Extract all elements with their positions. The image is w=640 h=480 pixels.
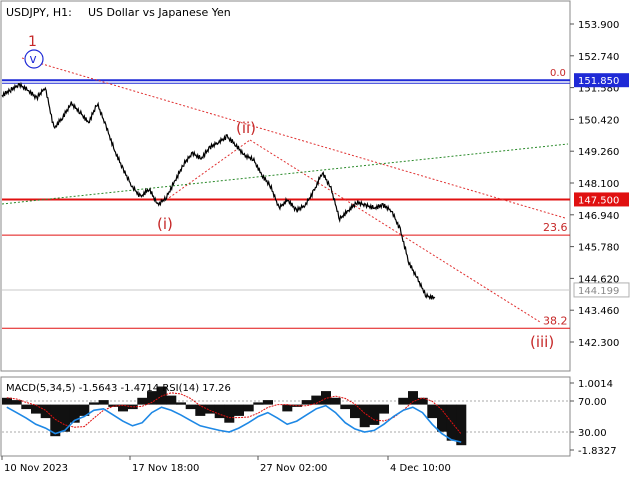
y-tick-label: 150.420 [578, 115, 619, 126]
x-tick-label: 4 Dec 10:00 [390, 463, 451, 474]
wave-label-v: v [30, 52, 37, 66]
macd-bar [166, 395, 177, 405]
macd-bar [340, 404, 351, 410]
macd-bar [437, 404, 447, 432]
macd-bar [98, 400, 109, 405]
macd-bar [359, 404, 370, 428]
fib-level-38-2-label: 38.2 [543, 314, 568, 327]
fib-level-0-label: 0.0 [550, 68, 566, 79]
macd-bar [379, 404, 389, 414]
macd-bar [185, 404, 196, 410]
y-tick-label: 146.940 [578, 211, 619, 222]
macd-bar [137, 397, 148, 405]
ind-y-tick-label: 70.00 [578, 397, 607, 408]
wave-label-ii: (ii) [236, 119, 256, 137]
y-tick-label: 145.780 [578, 243, 619, 254]
macd-bar [89, 402, 99, 405]
chart-title-description: US Dollar vs Japanese Yen [88, 6, 231, 19]
x-tick-label: 10 Nov 2023 [4, 463, 68, 474]
macd-bar [2, 397, 12, 405]
macd-bar [21, 404, 32, 410]
macd-bar [234, 404, 244, 416]
macd-bar [321, 391, 331, 405]
chart-canvas: 0.0 23.6 38.2 1 v (i) (ii) (iii) 153.900 152.740… [0, 0, 630, 474]
macd-bar [369, 404, 380, 425]
macd-bar [40, 404, 51, 419]
macd-bar [408, 391, 418, 405]
macd-bar [243, 404, 254, 412]
y-tick-label: 142.300 [578, 338, 619, 349]
macd-bar [427, 404, 438, 419]
price-tag-blue-text: 151.850 [578, 76, 619, 87]
macd-bar [301, 400, 312, 405]
ind-y-tick-label: -1.8327 [578, 446, 617, 457]
y-tick-label: 148.100 [578, 179, 619, 190]
y-tick-label: 143.460 [578, 306, 619, 317]
macd-bar [176, 402, 186, 405]
main-chart-frame [0, 0, 571, 372]
y-tick-label: 153.900 [578, 20, 619, 31]
macd-bar [214, 404, 225, 419]
macd-bar [263, 400, 273, 405]
macd-bar [446, 404, 457, 441]
macd-bar [224, 404, 235, 423]
y-tick-label: 152.740 [578, 52, 619, 63]
price-tag-current-text: 144.199 [578, 286, 619, 297]
macd-bar [350, 404, 360, 419]
wave-label-i: (i) [157, 215, 173, 233]
wave-label-1: 1 [28, 34, 37, 50]
x-tick-label: 17 Nov 18:00 [132, 463, 199, 474]
macd-bar [330, 397, 341, 405]
wave-label-iii: (iii) [530, 333, 554, 351]
macd-bar [195, 404, 206, 416]
chart-title-symbol: USDJPY, H1: [6, 6, 72, 19]
macd-bar [456, 404, 467, 446]
macd-bar [398, 397, 409, 405]
x-tick-label: 27 Nov 02:00 [260, 463, 327, 474]
macd-bar [282, 404, 293, 412]
price-tag-red-text: 147.500 [578, 195, 619, 206]
ind-y-tick-label: 1.0014 [578, 379, 613, 390]
indicator-label: MACD(5,34,5) -1.5643 -1.4714 RSI(14) 17.… [6, 383, 231, 394]
fib-level-23-6-label: 23.6 [543, 221, 568, 234]
macd-bar [253, 402, 264, 405]
ind-y-tick-label: 30.00 [578, 428, 607, 439]
macd-bar [31, 404, 41, 414]
y-tick-label: 149.260 [578, 147, 619, 158]
